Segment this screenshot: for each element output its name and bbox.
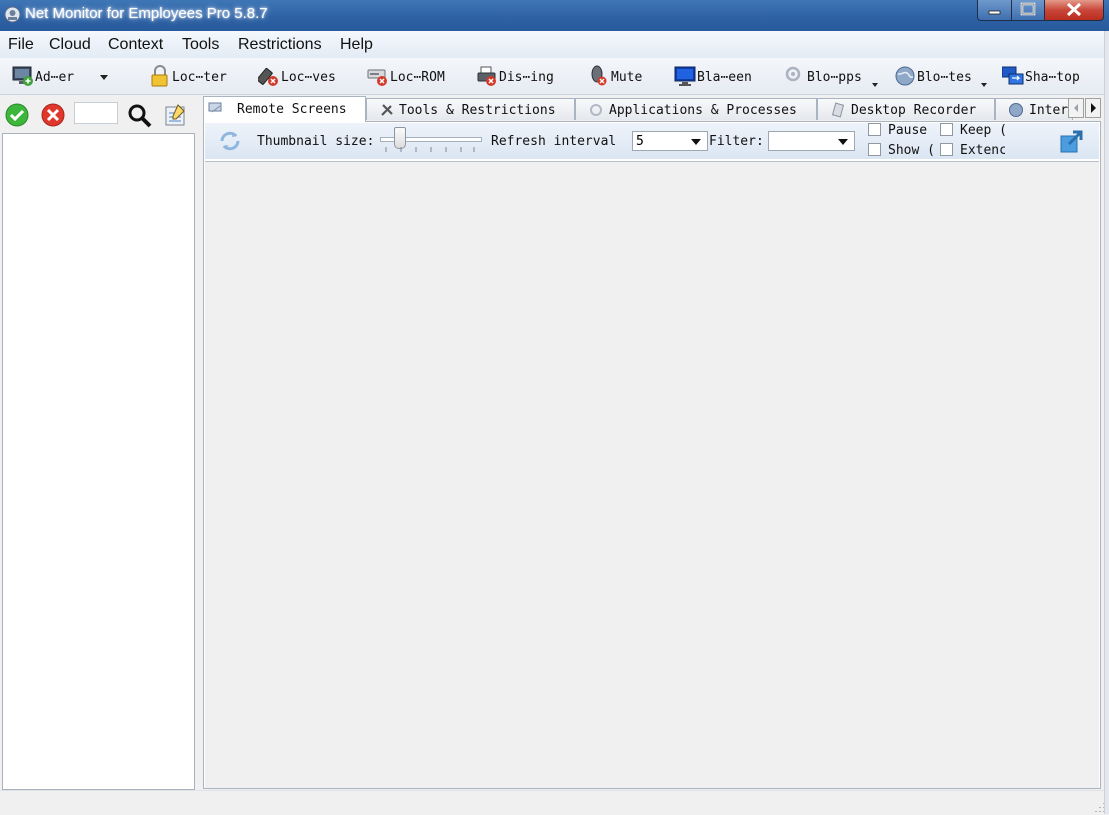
tab-applications-processes[interactable]: Applications & Processes	[575, 98, 817, 120]
lock-drives-button[interactable]: Loc⋯ves	[258, 62, 353, 90]
show-label: Show (	[888, 143, 933, 158]
block-apps-label: Blo⋯pps	[807, 70, 862, 85]
menu-bar: File Cloud Context Tools Restrictions He…	[0, 31, 1109, 59]
thumbnail-slider-thumb[interactable]	[394, 127, 406, 149]
apps-icon	[590, 104, 602, 116]
block-websites-label: Blo⋯tes	[917, 70, 972, 85]
minimize-button[interactable]	[977, 0, 1012, 21]
app-logo-icon	[4, 6, 21, 23]
thumbnail-size-label: Thumbnail size:	[257, 134, 375, 149]
lock-cdrom-button[interactable]: Loc⋯ROM	[367, 62, 462, 90]
tab-desktop-recorder[interactable]: Desktop Recorder	[817, 98, 995, 120]
tab-desktop-recorder-label: Desktop Recorder	[851, 103, 977, 118]
disable-printing-button[interactable]: Dis⋯ing	[476, 62, 571, 90]
edit-list-icon[interactable]	[164, 103, 188, 127]
mute-button[interactable]: Mute	[588, 62, 658, 90]
minimize-icon	[988, 10, 1001, 15]
tab-remote-screens[interactable]: Remote Screens	[203, 96, 366, 122]
close-icon	[1066, 2, 1082, 17]
main-toolbar: Ad⋯er Loc⋯ter Loc⋯ves Loc⋯ROM Dis⋯ing Mu…	[0, 58, 1109, 95]
popout-icon[interactable]	[1059, 128, 1085, 154]
add-computer-label: Ad⋯er	[35, 70, 75, 85]
menu-cloud[interactable]: Cloud	[49, 36, 91, 54]
search-input[interactable]	[74, 102, 118, 124]
pause-checkbox[interactable]	[868, 123, 881, 136]
close-button[interactable]	[1044, 0, 1104, 21]
status-bar	[0, 790, 1109, 815]
disable-printing-label: Dis⋯ing	[499, 70, 554, 85]
globe-icon	[895, 66, 915, 86]
monitor-icon	[674, 66, 696, 86]
window-right-border	[1104, 31, 1109, 814]
tab-tools-restrictions[interactable]: Tools & Restrictions	[366, 98, 575, 120]
blank-screen-label: Bla⋯een	[697, 70, 752, 85]
tab-scroll-left-button[interactable]	[1068, 98, 1084, 118]
remote-screens-icon	[208, 102, 222, 113]
title-bar: Net Monitor for Employees Pro 5.8.7	[0, 0, 1109, 31]
tab-applications-processes-label: Applications & Processes	[609, 103, 797, 118]
tools-icon	[381, 104, 393, 116]
tab-internet[interactable]: Inter	[995, 98, 1073, 120]
maximize-button[interactable]	[1011, 0, 1045, 21]
tab-scroll-right-button[interactable]	[1085, 98, 1101, 118]
add-computer-button[interactable]: Ad⋯er	[12, 62, 112, 90]
blank-screen-button[interactable]: Bla⋯een	[674, 62, 769, 90]
share-desktop-button[interactable]: Sha⋯top	[1002, 62, 1102, 90]
share-desktop-label: Sha⋯top	[1025, 70, 1080, 85]
lock-cdrom-label: Loc⋯ROM	[390, 70, 445, 85]
cdrom-icon	[367, 69, 387, 86]
globe-icon	[1009, 103, 1023, 117]
menu-file[interactable]: File	[8, 36, 34, 54]
chevron-right-icon	[1091, 103, 1096, 113]
filter-label: Filter:	[709, 134, 764, 149]
lock-icon	[151, 65, 168, 87]
remove-icon[interactable]	[41, 103, 65, 127]
block-apps-button[interactable]: Blo⋯pps	[784, 62, 882, 90]
lock-computer-label: Loc⋯ter	[172, 70, 227, 85]
keep-checkbox[interactable]	[940, 123, 953, 136]
extend-checkbox[interactable]	[940, 143, 953, 156]
chevron-down-icon	[691, 139, 701, 145]
apps-icon	[785, 66, 801, 82]
refresh-interval-select[interactable]: 5	[632, 131, 708, 151]
lock-computer-button[interactable]: Loc⋯ter	[149, 62, 244, 90]
tab-tools-restrictions-label: Tools & Restrictions	[399, 103, 556, 118]
menu-context[interactable]: Context	[108, 36, 163, 54]
menu-tools[interactable]: Tools	[182, 36, 219, 54]
block-websites-button[interactable]: Blo⋯tes	[894, 62, 992, 90]
chevron-down-icon[interactable]	[100, 75, 108, 80]
tab-strip: Remote Screens Tools & Restrictions Appl…	[203, 96, 1103, 122]
maximize-icon	[1020, 2, 1036, 16]
filter-select[interactable]	[768, 131, 855, 151]
chevron-left-icon	[1074, 104, 1078, 112]
menu-help[interactable]: Help	[340, 36, 373, 54]
search-icon[interactable]	[127, 103, 153, 129]
pause-label: Pause	[888, 123, 928, 138]
chevron-down-icon	[838, 139, 848, 145]
lock-drives-label: Loc⋯ves	[281, 70, 336, 85]
extend-label: Extenc	[960, 143, 1005, 158]
window-title: Net Monitor for Employees Pro 5.8.7	[25, 5, 268, 22]
printer-icon	[477, 66, 496, 86]
refresh-icon[interactable]	[218, 129, 242, 153]
add-computer-icon	[12, 66, 33, 86]
refresh-interval-value: 5	[636, 134, 644, 149]
check-icon[interactable]	[5, 103, 29, 127]
refresh-interval-label: Refresh interval	[491, 134, 617, 149]
computer-list[interactable]	[2, 133, 195, 790]
slider-ticks	[385, 147, 475, 152]
film-icon	[831, 102, 845, 118]
tab-remote-screens-label: Remote Screens	[237, 102, 347, 117]
mute-label: Mute	[611, 70, 643, 85]
tab-internet-label: Inter	[1029, 103, 1069, 118]
share-desktop-icon	[1002, 66, 1024, 85]
keep-label: Keep (	[960, 123, 1005, 138]
chevron-down-icon[interactable]	[981, 83, 987, 87]
show-checkbox[interactable]	[868, 143, 881, 156]
remote-screens-area[interactable]	[205, 161, 1099, 788]
usb-drive-icon	[258, 67, 278, 86]
chevron-down-icon[interactable]	[872, 83, 878, 87]
mouse-mute-icon	[591, 65, 607, 86]
menu-restrictions[interactable]: Restrictions	[238, 36, 322, 54]
